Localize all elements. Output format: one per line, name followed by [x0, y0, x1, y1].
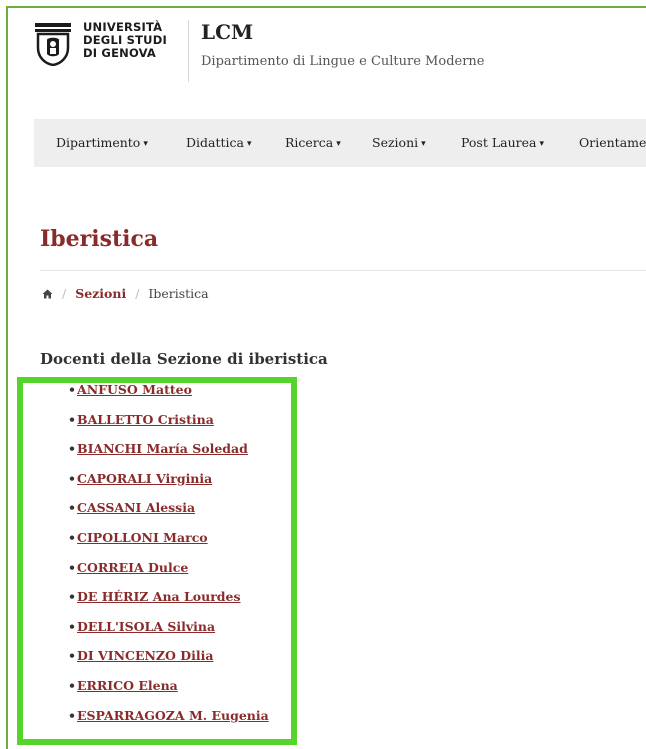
docente-link[interactable]: DELL'ISOLA Silvina — [77, 619, 215, 634]
nav-item-label: Ricerca — [285, 135, 334, 150]
university-name-line-3: DI GENOVA — [83, 46, 157, 60]
bullet: • — [68, 441, 76, 457]
docenti-list: •ANFUSO Matteo •BALLETTO Cristina •BIANC… — [68, 382, 269, 737]
breadcrumb: / Sezioni / Iberistica — [42, 286, 209, 301]
list-item: •ESPARRAGOZA M. Eugenia — [68, 708, 269, 738]
nav-item-sezioni[interactable]: Sezioni ▾ — [372, 135, 426, 150]
nav-item-label: Sezioni — [372, 135, 419, 150]
bullet: • — [68, 500, 76, 516]
docente-link[interactable]: ESPARRAGOZA M. Eugenia — [77, 708, 269, 723]
breadcrumb-separator: / — [61, 286, 67, 301]
caret-down-icon: ▾ — [336, 139, 341, 149]
list-item: •ERRICO Elena — [68, 678, 269, 708]
nav-item-label: Post Laurea — [461, 135, 537, 150]
site-acronym[interactable]: LCM — [201, 20, 253, 44]
nav-item-label: Orientame — [579, 135, 646, 150]
nav-item-label: Didattica — [186, 135, 244, 150]
docente-link[interactable]: CORREIA Dulce — [77, 560, 188, 575]
nav-item-label: Dipartimento — [56, 135, 141, 150]
site-name[interactable]: Dipartimento di Lingue e Culture Moderne — [201, 54, 485, 69]
docente-link[interactable]: BALLETTO Cristina — [77, 412, 214, 427]
university-seal-icon[interactable] — [34, 22, 72, 66]
docente-link[interactable]: CAPORALI Virginia — [77, 471, 212, 486]
list-item: •DELL'ISOLA Silvina — [68, 619, 269, 649]
nav-item-dipartimento[interactable]: Dipartimento ▾ — [56, 135, 148, 150]
page-title: Iberistica — [40, 226, 159, 252]
list-item: •CAPORALI Virginia — [68, 471, 269, 501]
docente-link[interactable]: DE HÉRIZ Ana Lourdes — [77, 589, 241, 604]
bullet: • — [68, 618, 76, 634]
nav-item-ricerca[interactable]: Ricerca ▾ — [285, 135, 341, 150]
list-item: •CASSANI Alessia — [68, 500, 269, 530]
list-item: •DI VINCENZO Dilia — [68, 648, 269, 678]
breadcrumb-separator: / — [135, 286, 140, 301]
bullet: • — [68, 589, 76, 605]
bullet: • — [68, 707, 76, 723]
docente-link[interactable]: CIPOLLONI Marco — [77, 530, 208, 545]
list-item: •DE HÉRIZ Ana Lourdes — [68, 589, 269, 619]
list-item: •ANFUSO Matteo — [68, 382, 269, 412]
bullet: • — [68, 529, 76, 545]
list-item: •CIPOLLONI Marco — [68, 530, 269, 560]
title-divider — [40, 270, 646, 271]
main-navbar: Dipartimento ▾ Didattica ▾ Ricerca ▾ Sezion… — [34, 119, 646, 167]
section-heading: Docenti della Sezione di iberistica — [40, 350, 328, 368]
bullet: • — [68, 559, 76, 575]
bullet: • — [68, 648, 76, 664]
nav-item-orientamento[interactable]: Orientame — [579, 135, 646, 150]
bullet: • — [68, 470, 76, 486]
breadcrumb-current: Iberistica — [148, 286, 209, 301]
docente-link[interactable]: BIANCHI María Soledad — [77, 441, 248, 456]
header-divider — [188, 20, 189, 82]
nav-item-didattica[interactable]: Didattica ▾ — [186, 135, 252, 150]
caret-down-icon: ▾ — [539, 139, 545, 149]
list-item: •CORREIA Dulce — [68, 560, 269, 590]
caret-down-icon: ▾ — [246, 139, 252, 149]
docente-link[interactable]: ANFUSO Matteo — [77, 382, 192, 397]
docente-link[interactable]: CASSANI Alessia — [77, 500, 195, 515]
caret-down-icon: ▾ — [421, 139, 426, 149]
list-item: •BALLETTO Cristina — [68, 412, 269, 442]
university-name: UNIVERSITÀ DEGLI STUDI DI GENOVA — [83, 21, 167, 60]
bullet: • — [68, 382, 76, 397]
nav-item-post-laurea[interactable]: Post Laurea ▾ — [461, 135, 544, 150]
bullet: • — [68, 677, 76, 693]
breadcrumb-link-sezioni[interactable]: Sezioni — [75, 286, 126, 301]
docente-link[interactable]: ERRICO Elena — [77, 678, 178, 693]
home-icon[interactable] — [42, 289, 53, 299]
docente-link[interactable]: DI VINCENZO Dilia — [77, 648, 213, 663]
bullet: • — [68, 411, 76, 427]
list-item: •BIANCHI María Soledad — [68, 441, 269, 471]
caret-down-icon: ▾ — [143, 139, 148, 149]
